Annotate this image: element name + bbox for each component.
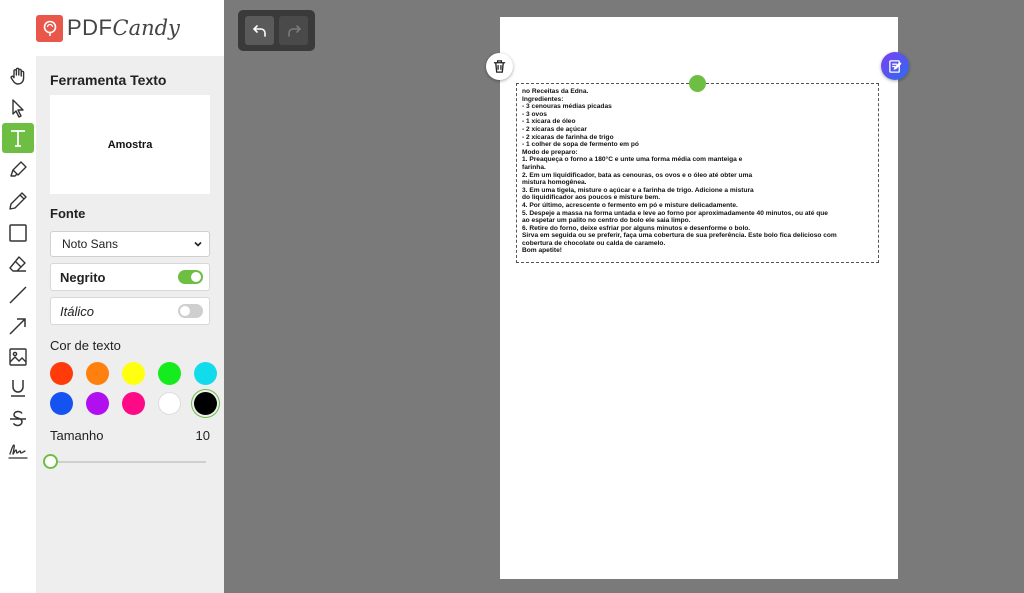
text-annotation-box[interactable]: no Receitas da Edna. Ingredientes: - 3 cen…: [516, 83, 879, 263]
text-line: 2. Em um liquidificador, bata as cenoura…: [522, 171, 753, 179]
text-line: - 2 xícaras de farinha de trigo: [522, 133, 614, 141]
tool-select[interactable]: [2, 93, 34, 123]
text-line: Ingredientes:: [522, 95, 564, 103]
text-line: do liquidificador aos poucos e misture b…: [522, 194, 661, 202]
bold-switch-knob: [191, 272, 201, 282]
tool-rectangle[interactable]: [2, 218, 34, 248]
color-swatch[interactable]: [158, 362, 181, 385]
brand-name-part1: PDF: [67, 15, 113, 40]
pdf-page[interactable]: no Receitas da Edna. Ingredientes: - 3 cen…: [486, 17, 909, 579]
redo-button[interactable]: [279, 16, 308, 45]
undo-button[interactable]: [245, 16, 274, 45]
tool-pencil[interactable]: [2, 186, 34, 216]
color-swatch[interactable]: [86, 362, 109, 385]
size-label: Tamanho: [50, 428, 104, 443]
arrow-icon: [9, 318, 26, 335]
text-line: 3. Em uma tigela, misture o açúcar e a f…: [522, 186, 754, 194]
line-icon: [9, 286, 27, 304]
tool-signature[interactable]: [2, 436, 34, 466]
sample-preview: Amostra: [50, 95, 210, 194]
undo-icon: [252, 24, 266, 37]
italic-switch-knob: [180, 306, 190, 316]
hand-icon: [10, 67, 25, 85]
font-select-value: Noto Sans: [62, 237, 119, 251]
color-swatch[interactable]: [194, 392, 217, 415]
chevron-down-icon: [194, 241, 202, 247]
text-line: - 3 cenouras médias picadas: [522, 103, 612, 111]
highlighter-icon: [10, 161, 27, 177]
delete-textbox-button[interactable]: [486, 53, 513, 80]
tool-eraser[interactable]: [2, 249, 34, 279]
tool-line[interactable]: [2, 280, 34, 310]
color-swatch[interactable]: [86, 392, 109, 415]
brand-name: PDFCandy: [67, 15, 180, 41]
edit-icon: [888, 59, 902, 73]
bold-switch[interactable]: [178, 270, 203, 284]
italic-label: Itálico: [60, 303, 94, 319]
app-logo[interactable]: PDFCandy: [0, 0, 224, 56]
text-tool-panel: Ferramenta Texto Amostra Fonte Noto Sans…: [36, 56, 224, 593]
text-line: 4. Por último, acrescente o fermento em …: [522, 201, 738, 209]
color-swatch[interactable]: [122, 392, 145, 415]
text-line: 1. Preaqueça o forno a 180°C e unte uma …: [522, 156, 743, 164]
trash-icon: [493, 60, 506, 73]
tool-arrow[interactable]: [2, 311, 34, 341]
signature-icon: [8, 444, 28, 459]
text-line: - 1 colher de sopa de fermento em pó: [522, 141, 639, 149]
text-annotation-content[interactable]: no Receitas da Edna. Ingredientes: - 3 cen…: [522, 88, 873, 255]
pencil-icon: [9, 192, 27, 210]
redo-icon: [287, 24, 301, 37]
panel-title: Ferramenta Texto: [50, 72, 167, 88]
tool-rail: [0, 56, 36, 593]
italic-toggle-row[interactable]: Itálico: [50, 297, 210, 325]
size-slider-track[interactable]: [50, 461, 206, 463]
text-line: - 1 xícara de óleo: [522, 118, 576, 126]
text-line: mistura homogênea.: [522, 179, 587, 187]
size-value: 10: [195, 428, 210, 443]
tool-image[interactable]: [2, 342, 34, 372]
text-line: - 3 ovos: [522, 110, 547, 118]
size-slider-handle[interactable]: [43, 454, 58, 469]
color-swatch[interactable]: [50, 362, 73, 385]
text-tool-icon: [11, 130, 25, 147]
bold-toggle-row[interactable]: Negrito: [50, 263, 210, 291]
text-line: Sirva em seguida ou se preferir, faça um…: [522, 232, 837, 240]
image-icon: [9, 348, 27, 366]
tool-hand[interactable]: [2, 61, 34, 91]
tool-underline[interactable]: [2, 373, 34, 403]
underline-icon: [11, 380, 25, 397]
edit-text-button[interactable]: [881, 52, 909, 80]
color-swatch[interactable]: [50, 392, 73, 415]
text-line: ao espetar um palito no centro do bolo e…: [522, 217, 691, 225]
rectangle-icon: [9, 224, 27, 242]
tool-text[interactable]: [2, 123, 34, 153]
text-line: 6. Retire do forno, deixe esfriar por al…: [522, 224, 751, 232]
tool-strikethrough[interactable]: [2, 404, 34, 434]
eraser-icon: [9, 256, 26, 272]
color-swatch[interactable]: [194, 362, 217, 385]
color-swatch[interactable]: [158, 392, 181, 415]
font-label: Fonte: [50, 206, 86, 221]
text-line: Bom apetite!: [522, 247, 562, 255]
tool-highlighter[interactable]: [2, 155, 34, 185]
text-line: 5. Despeje a massa na forma untada e lev…: [522, 209, 828, 217]
text-line: farinha.: [522, 163, 546, 171]
rotate-handle[interactable]: [689, 75, 706, 92]
bold-label: Negrito: [60, 269, 106, 285]
brand-name-part2: Candy: [112, 16, 180, 40]
italic-switch[interactable]: [178, 304, 203, 318]
text-color-label: Cor de texto: [50, 338, 121, 353]
candy-logo-icon: [36, 14, 63, 42]
pointer-icon: [12, 99, 24, 118]
text-line: - 2 xícaras de açúcar: [522, 125, 587, 133]
text-line: cobertura de chocolate ou calda de caram…: [522, 239, 666, 247]
history-toolbar: [238, 10, 315, 51]
font-select[interactable]: Noto Sans: [50, 231, 210, 257]
strikethrough-icon: [10, 410, 26, 427]
color-swatch[interactable]: [122, 362, 145, 385]
